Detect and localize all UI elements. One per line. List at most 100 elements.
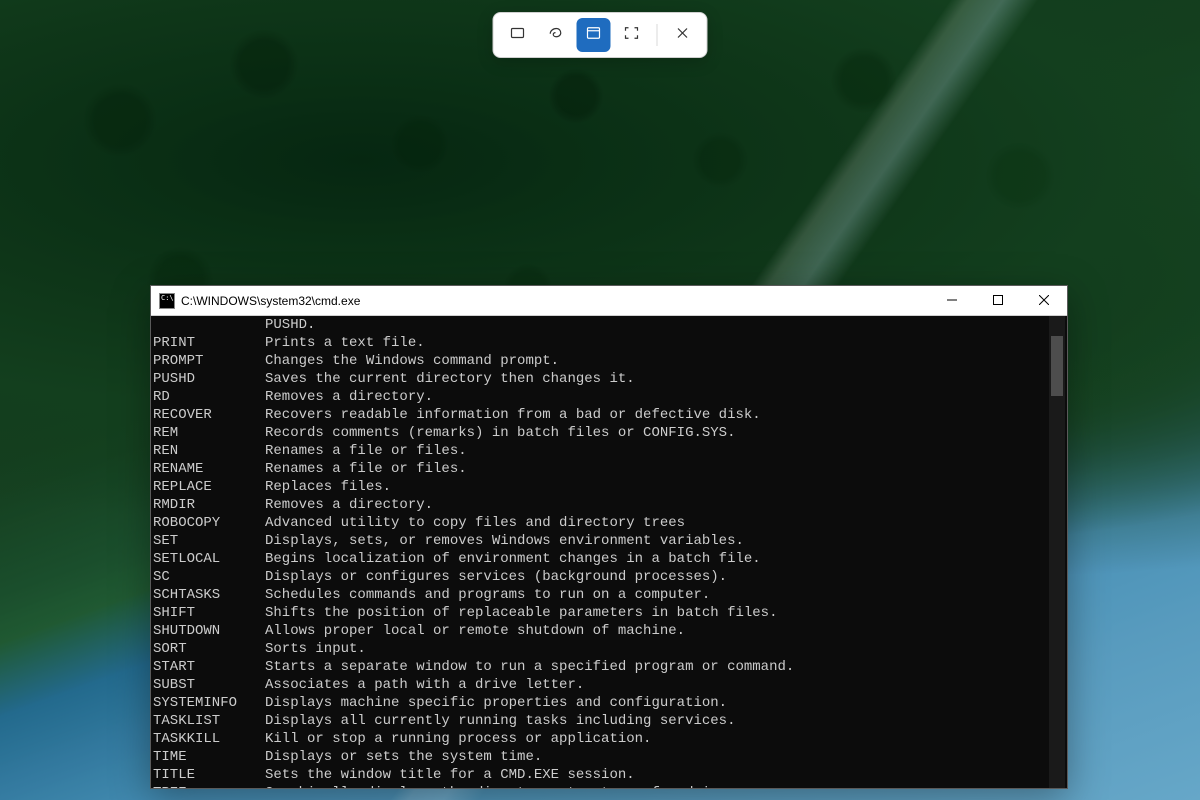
terminal-line: SCHTASKSSchedules commands and programs … [153, 586, 1049, 604]
maximize-button[interactable] [975, 286, 1021, 315]
command-description: Recovers readable information from a bad… [265, 406, 761, 424]
snip-close-button[interactable] [666, 18, 700, 52]
command-name: RD [153, 388, 265, 406]
terminal-line: TREEGraphically displays the directory s… [153, 784, 1049, 788]
command-name: PUSHD [153, 370, 265, 388]
command-description: Kill or stop a running process or applic… [265, 730, 651, 748]
cmd-icon [159, 293, 175, 309]
terminal-line: SUBSTAssociates a path with a drive lett… [153, 676, 1049, 694]
command-description: Changes the Windows command prompt. [265, 352, 559, 370]
command-name: START [153, 658, 265, 676]
command-description: Renames a file or files. [265, 442, 467, 460]
command-description: Displays or sets the system time. [265, 748, 542, 766]
toolbar-separator [657, 24, 658, 46]
cmd-window[interactable]: C:\WINDOWS\system32\cmd.exe PUSHD.PRINTP… [150, 285, 1068, 789]
terminal-line: TITLESets the window title for a CMD.EXE… [153, 766, 1049, 784]
terminal-line: ROBOCOPYAdvanced utility to copy files a… [153, 514, 1049, 532]
command-name: RMDIR [153, 496, 265, 514]
command-name: TITLE [153, 766, 265, 784]
command-name: SHUTDOWN [153, 622, 265, 640]
close-icon [674, 24, 692, 47]
command-name: ROBOCOPY [153, 514, 265, 532]
rectangular-snip-button[interactable] [501, 18, 535, 52]
command-description: Records comments (remarks) in batch file… [265, 424, 735, 442]
command-description: Renames a file or files. [265, 460, 467, 478]
command-description: Shifts the position of replaceable param… [265, 604, 777, 622]
terminal-output: PUSHD.PRINTPrints a text file.PROMPTChan… [153, 316, 1049, 788]
command-description: Removes a directory. [265, 496, 433, 514]
terminal-line: STARTStarts a separate window to run a s… [153, 658, 1049, 676]
minimize-button[interactable] [929, 286, 975, 315]
terminal-line: SYSTEMINFODisplays machine specific prop… [153, 694, 1049, 712]
command-name: SET [153, 532, 265, 550]
command-description: Saves the current directory then changes… [265, 370, 635, 388]
command-description: Replaces files. [265, 478, 391, 496]
command-name: TASKLIST [153, 712, 265, 730]
rectangle-icon [509, 24, 527, 47]
scrollbar[interactable] [1049, 316, 1065, 788]
command-description: Associates a path with a drive letter. [265, 676, 584, 694]
command-description: Displays all currently running tasks inc… [265, 712, 735, 730]
command-name: PROMPT [153, 352, 265, 370]
command-name: REPLACE [153, 478, 265, 496]
close-button[interactable] [1021, 286, 1067, 315]
command-name: PRINT [153, 334, 265, 352]
command-description: Sorts input. [265, 640, 366, 658]
scrollbar-thumb[interactable] [1051, 336, 1063, 396]
terminal-line: RENRenames a file or files. [153, 442, 1049, 460]
command-description: Allows proper local or remote shutdown o… [265, 622, 685, 640]
window-icon [585, 24, 603, 47]
terminal-line: TASKLISTDisplays all currently running t… [153, 712, 1049, 730]
command-description: Displays machine specific properties and… [265, 694, 727, 712]
window-snip-button[interactable] [577, 18, 611, 52]
command-description: Starts a separate window to run a specif… [265, 658, 794, 676]
command-name: RENAME [153, 460, 265, 478]
freeform-icon [547, 24, 565, 47]
close-icon [1039, 292, 1049, 310]
command-name: REN [153, 442, 265, 460]
terminal-line: PROMPTChanges the Windows command prompt… [153, 352, 1049, 370]
terminal-line: RECOVERRecovers readable information fro… [153, 406, 1049, 424]
window-title: C:\WINDOWS\system32\cmd.exe [181, 294, 929, 308]
terminal-line: REMRecords comments (remarks) in batch f… [153, 424, 1049, 442]
command-name: SHIFT [153, 604, 265, 622]
command-name: RECOVER [153, 406, 265, 424]
terminal-line: SETDisplays, sets, or removes Windows en… [153, 532, 1049, 550]
command-description: Begins localization of environment chang… [265, 550, 761, 568]
command-description: Displays, sets, or removes Windows envir… [265, 532, 744, 550]
command-description: Removes a directory. [265, 388, 433, 406]
terminal-line: TIMEDisplays or sets the system time. [153, 748, 1049, 766]
freeform-snip-button[interactable] [539, 18, 573, 52]
terminal-line: SORTSorts input. [153, 640, 1049, 658]
command-description: Displays or configures services (backgro… [265, 568, 727, 586]
command-name: REM [153, 424, 265, 442]
command-name: TREE [153, 784, 265, 788]
terminal-line: SHUTDOWNAllows proper local or remote sh… [153, 622, 1049, 640]
terminal-line: RDRemoves a directory. [153, 388, 1049, 406]
command-description: Advanced utility to copy files and direc… [265, 514, 685, 532]
fullscreen-snip-button[interactable] [615, 18, 649, 52]
snip-toolbar [493, 12, 708, 58]
command-name: TIME [153, 748, 265, 766]
fullscreen-icon [623, 24, 641, 47]
command-name: SUBST [153, 676, 265, 694]
maximize-icon [993, 292, 1003, 310]
terminal-line: TASKKILLKill or stop a running process o… [153, 730, 1049, 748]
command-description: PUSHD. [265, 316, 315, 334]
command-name: TASKKILL [153, 730, 265, 748]
window-controls [929, 286, 1067, 315]
terminal-line: SHIFTShifts the position of replaceable … [153, 604, 1049, 622]
terminal-line: PUSHDSaves the current directory then ch… [153, 370, 1049, 388]
terminal-line: SETLOCALBegins localization of environme… [153, 550, 1049, 568]
minimize-icon [947, 292, 957, 310]
terminal-line: RMDIRRemoves a directory. [153, 496, 1049, 514]
command-name: SORT [153, 640, 265, 658]
command-description: Schedules commands and programs to run o… [265, 586, 710, 604]
command-description: Prints a text file. [265, 334, 425, 352]
terminal-line: RENAMERenames a file or files. [153, 460, 1049, 478]
command-description: Sets the window title for a CMD.EXE sess… [265, 766, 635, 784]
command-description: Graphically displays the directory struc… [265, 784, 752, 788]
terminal-line: SCDisplays or configures services (backg… [153, 568, 1049, 586]
titlebar[interactable]: C:\WINDOWS\system32\cmd.exe [151, 286, 1067, 316]
terminal-body[interactable]: PUSHD.PRINTPrints a text file.PROMPTChan… [151, 316, 1067, 788]
